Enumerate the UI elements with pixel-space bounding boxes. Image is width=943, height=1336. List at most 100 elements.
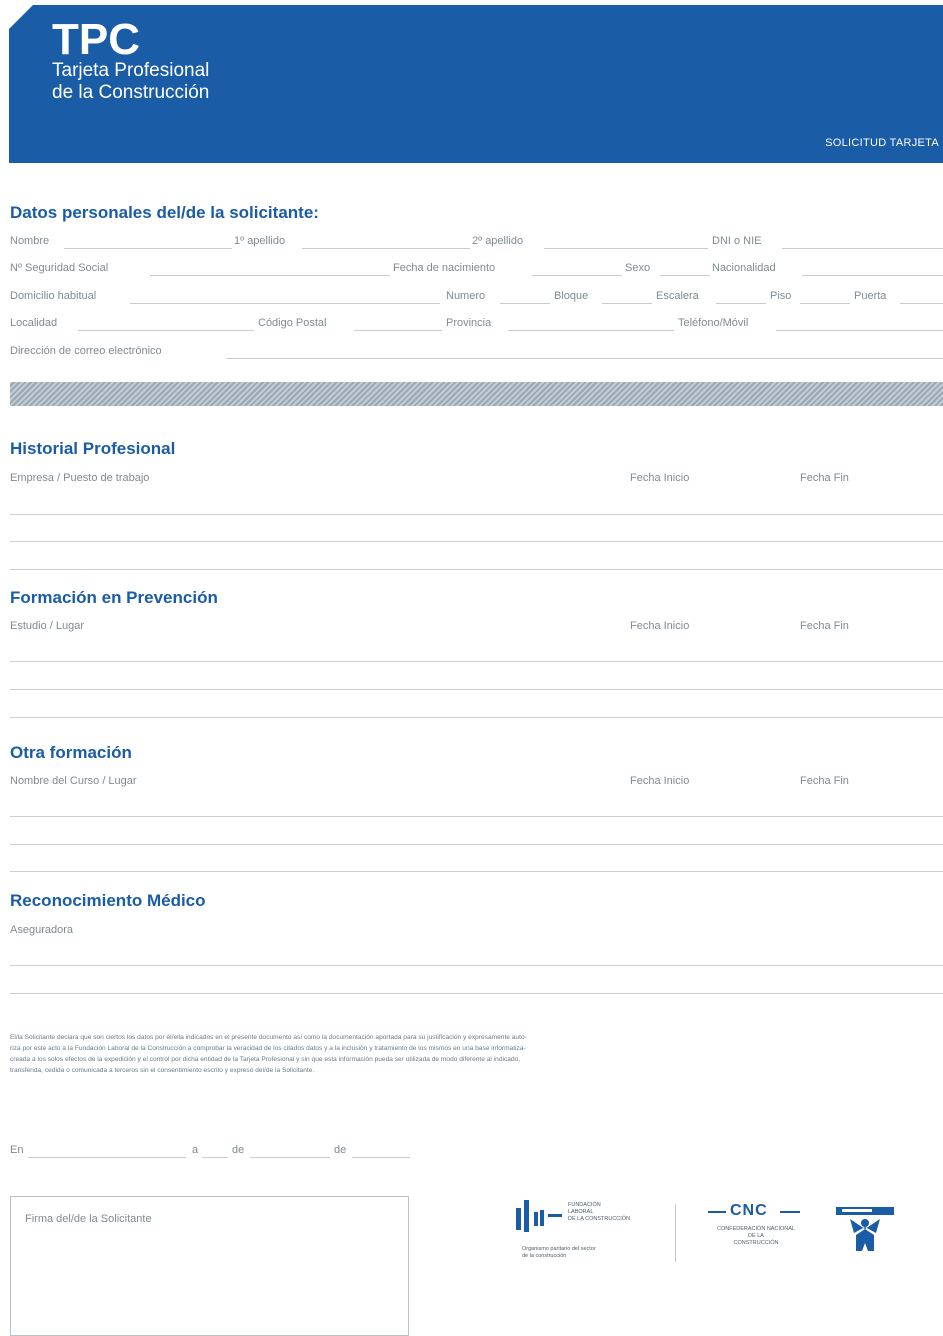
email-field[interactable] [226, 358, 943, 359]
codigo-postal-label: Código Postal [258, 317, 327, 329]
flc-name-3: DE LA CONSTRUCCIÓN [568, 1216, 631, 1222]
nacionalidad-label: Nacionalidad [712, 262, 776, 274]
formacion-row-3[interactable] [10, 717, 943, 718]
formacion-col-estudio: Estudio / Lugar [10, 620, 84, 632]
apellido1-label: 1º apellido [234, 235, 286, 247]
cnc-rule-icon [708, 1211, 726, 1213]
tpc-logo: TPC [52, 15, 140, 64]
provincia-label: Provincia [446, 317, 492, 329]
flc-bar-icon [516, 1208, 521, 1230]
otra-formacion-title: Otra formación [10, 743, 132, 762]
otra-col-fecha-inicio: Fecha Inicio [630, 775, 690, 787]
bloque-label: Bloque [554, 290, 589, 302]
anio-field[interactable] [352, 1157, 410, 1158]
apellido2-label: 2º apellido [472, 235, 524, 247]
medico-row-1[interactable] [10, 965, 943, 966]
third-organization-logo [834, 1205, 896, 1255]
otra-row-1[interactable] [10, 816, 943, 817]
medico-col-aseguradora: Aseguradora [10, 924, 73, 936]
brand-subtitle-line1: Tarjeta Profesional [52, 60, 210, 81]
otra-row-3[interactable] [10, 871, 943, 872]
numero-label: Numero [446, 290, 486, 302]
flc-bar-icon [540, 1210, 544, 1226]
a-label: a [192, 1144, 199, 1156]
flc-bar-icon [524, 1200, 529, 1232]
codigo-postal-field[interactable] [354, 330, 442, 331]
sexo-field[interactable] [660, 275, 710, 276]
historial-row-1[interactable] [10, 514, 943, 515]
puerta-field[interactable] [900, 303, 943, 304]
nacionalidad-field[interactable] [802, 275, 943, 276]
fecha-nacimiento-label: Fecha de nacimiento [393, 262, 496, 274]
piso-field[interactable] [800, 303, 850, 304]
historial-row-2[interactable] [10, 541, 943, 542]
de1-label: de [232, 1144, 245, 1156]
brand-block: TPC Tarjeta Profesional de la Construcci… [52, 15, 210, 104]
flc-name-1: FUNDACIÓN [568, 1202, 601, 1208]
dni-label: DNI o NIE [712, 235, 762, 247]
otra-col-fecha-fin: Fecha Fin [800, 775, 849, 787]
legal-line-3: creada a los solos efectos de la expedic… [10, 1056, 521, 1063]
localidad-label: Localidad [10, 317, 58, 329]
flc-caption-2: de la construcción [522, 1253, 567, 1259]
fundacion-laboral-logo: FUNDACIÓN LABORAL DE LA CONSTRUCCIÓN Org… [512, 1198, 652, 1270]
legal-line-4: transferida, cedida o comunicada a terce… [10, 1067, 315, 1074]
mes-field[interactable] [250, 1157, 330, 1158]
cnc-rule-icon [780, 1211, 800, 1213]
escalera-label: Escalera [656, 290, 699, 302]
de2-label: de [334, 1144, 347, 1156]
flc-caption-1: Organismo paritario del sector [522, 1246, 596, 1252]
formacion-title: Formación en Prevención [10, 588, 218, 607]
domicilio-field[interactable] [130, 303, 440, 304]
historial-title: Historial Profesional [10, 439, 176, 458]
historial-row-3[interactable] [10, 569, 943, 570]
legal-line-1: El/la Solicitante declara que son cierto… [10, 1034, 527, 1041]
provincia-field[interactable] [508, 330, 674, 331]
historial-col-fecha-inicio: Fecha Inicio [630, 472, 690, 484]
localidad-field[interactable] [78, 330, 254, 331]
cnc-line-1: CONFEDERACIÓN NACIONAL [717, 1226, 795, 1232]
escalera-field[interactable] [716, 303, 766, 304]
piso-label: Piso [770, 290, 792, 302]
cnc-line-3: CONSTRUCCIÓN [733, 1240, 779, 1246]
otra-row-2[interactable] [10, 844, 943, 845]
formacion-row-1[interactable] [10, 661, 943, 662]
domicilio-label: Domicilio habitual [10, 290, 97, 302]
medico-row-2[interactable] [10, 993, 943, 994]
historial-col-empresa: Empresa / Puesto de trabajo [10, 472, 150, 484]
formacion-col-fecha-fin: Fecha Fin [800, 620, 849, 632]
apellido2-field[interactable] [544, 248, 708, 249]
seguridad-social-field[interactable] [150, 275, 390, 276]
cnc-wordmark: CNC [730, 1202, 768, 1219]
bloque-field[interactable] [602, 303, 652, 304]
cnc-line-2: DE LA [748, 1233, 764, 1239]
legal-declaration: El/la Solicitante declara que son cierto… [10, 1032, 943, 1076]
lugar-field[interactable] [28, 1157, 186, 1158]
dia-field[interactable] [202, 1157, 228, 1158]
logo-divider [675, 1204, 676, 1262]
union-emblem-icon [836, 1207, 894, 1251]
brand-subtitle-line2: de la Construcción [52, 82, 210, 103]
nombre-field[interactable] [64, 248, 232, 249]
flc-name-2: LABORAL [568, 1209, 594, 1215]
puerta-label: Puerta [854, 290, 887, 302]
signature-label: Firma del/de la Solicitante [25, 1213, 152, 1225]
dni-field[interactable] [782, 248, 943, 249]
nombre-label: Nombre [10, 235, 50, 247]
seguridad-social-label: Nº Seguridad Social [10, 262, 109, 274]
telefono-field[interactable] [776, 330, 943, 331]
flc-bar-icon [548, 1214, 562, 1217]
signature-box[interactable]: Firma del/de la Solicitante [10, 1196, 409, 1336]
sexo-label: Sexo [625, 262, 651, 274]
en-label: En [10, 1144, 24, 1156]
numero-field[interactable] [500, 303, 550, 304]
email-label: Dirección de correo electrónico [10, 345, 162, 357]
fecha-nacimiento-field[interactable] [532, 275, 622, 276]
legal-line-2: riza por este acto a la Fundación Labora… [10, 1045, 526, 1052]
formacion-row-2[interactable] [10, 689, 943, 690]
formacion-col-fecha-inicio: Fecha Inicio [630, 620, 690, 632]
personal-data-title: Datos personales del/de la solicitante: [10, 203, 319, 222]
flc-bar-icon [534, 1212, 538, 1226]
apellido1-field[interactable] [302, 248, 470, 249]
document-tag: SOLICITUD TARJETA [825, 137, 939, 149]
